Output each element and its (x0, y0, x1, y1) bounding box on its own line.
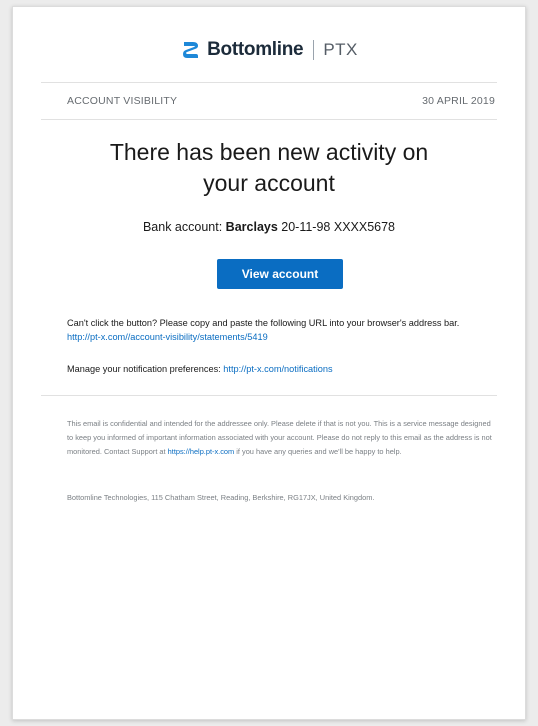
support-url-link[interactable]: https://help.pt-x.com (168, 447, 235, 456)
notification-preferences: Manage your notification preferences: ht… (67, 364, 501, 374)
help-paragraph: Can't click the button? Please copy and … (67, 316, 501, 344)
footer-divider (41, 395, 497, 396)
bottomline-logo-icon (180, 39, 202, 61)
bank-account-label: Bank account: (142, 220, 226, 234)
brand-name: Bottomline (207, 39, 304, 60)
headline: There has been new activity on your acco… (13, 137, 525, 199)
bank-account-number: 20-11-98 XXXX5678 (277, 220, 396, 234)
notifications-url-link[interactable]: http://pt-x.com/notifications (223, 364, 332, 374)
meta-row: ACCOUNT VISIBILITY 30 APRIL 2019 (67, 95, 495, 107)
help-text: Can't click the button? Please copy and … (67, 318, 460, 328)
section-label: ACCOUNT VISIBILITY (67, 95, 178, 107)
footer-text-after: if you have any queries and we'll be hap… (234, 447, 402, 456)
header-divider-top (41, 82, 497, 83)
notification-text: Manage your notification preferences: (67, 364, 224, 374)
email-date: 30 APRIL 2019 (422, 95, 495, 107)
bank-name: Barclays (225, 220, 278, 234)
logo-separator (313, 40, 315, 60)
logo-header: Bottomline PTX (13, 35, 525, 65)
view-account-button[interactable]: View account (217, 259, 343, 289)
headline-line-1: There has been new activity on (109, 139, 429, 165)
statement-url-link[interactable]: http://pt-x.com//account-visibility/stat… (67, 332, 268, 342)
company-address: Bottomline Technologies, 115 Chatham Str… (67, 493, 375, 502)
email-body: Bottomline PTX ACCOUNT VISIBILITY 30 APR… (12, 6, 526, 720)
header-divider-bottom (41, 119, 497, 120)
bank-account-line: Bank account: Barclays 20-11-98 XXXX5678 (13, 220, 525, 234)
headline-line-2: your account (203, 170, 335, 196)
product-name: PTX (323, 40, 358, 59)
footer-disclaimer: This email is confidential and intended … (67, 417, 495, 459)
